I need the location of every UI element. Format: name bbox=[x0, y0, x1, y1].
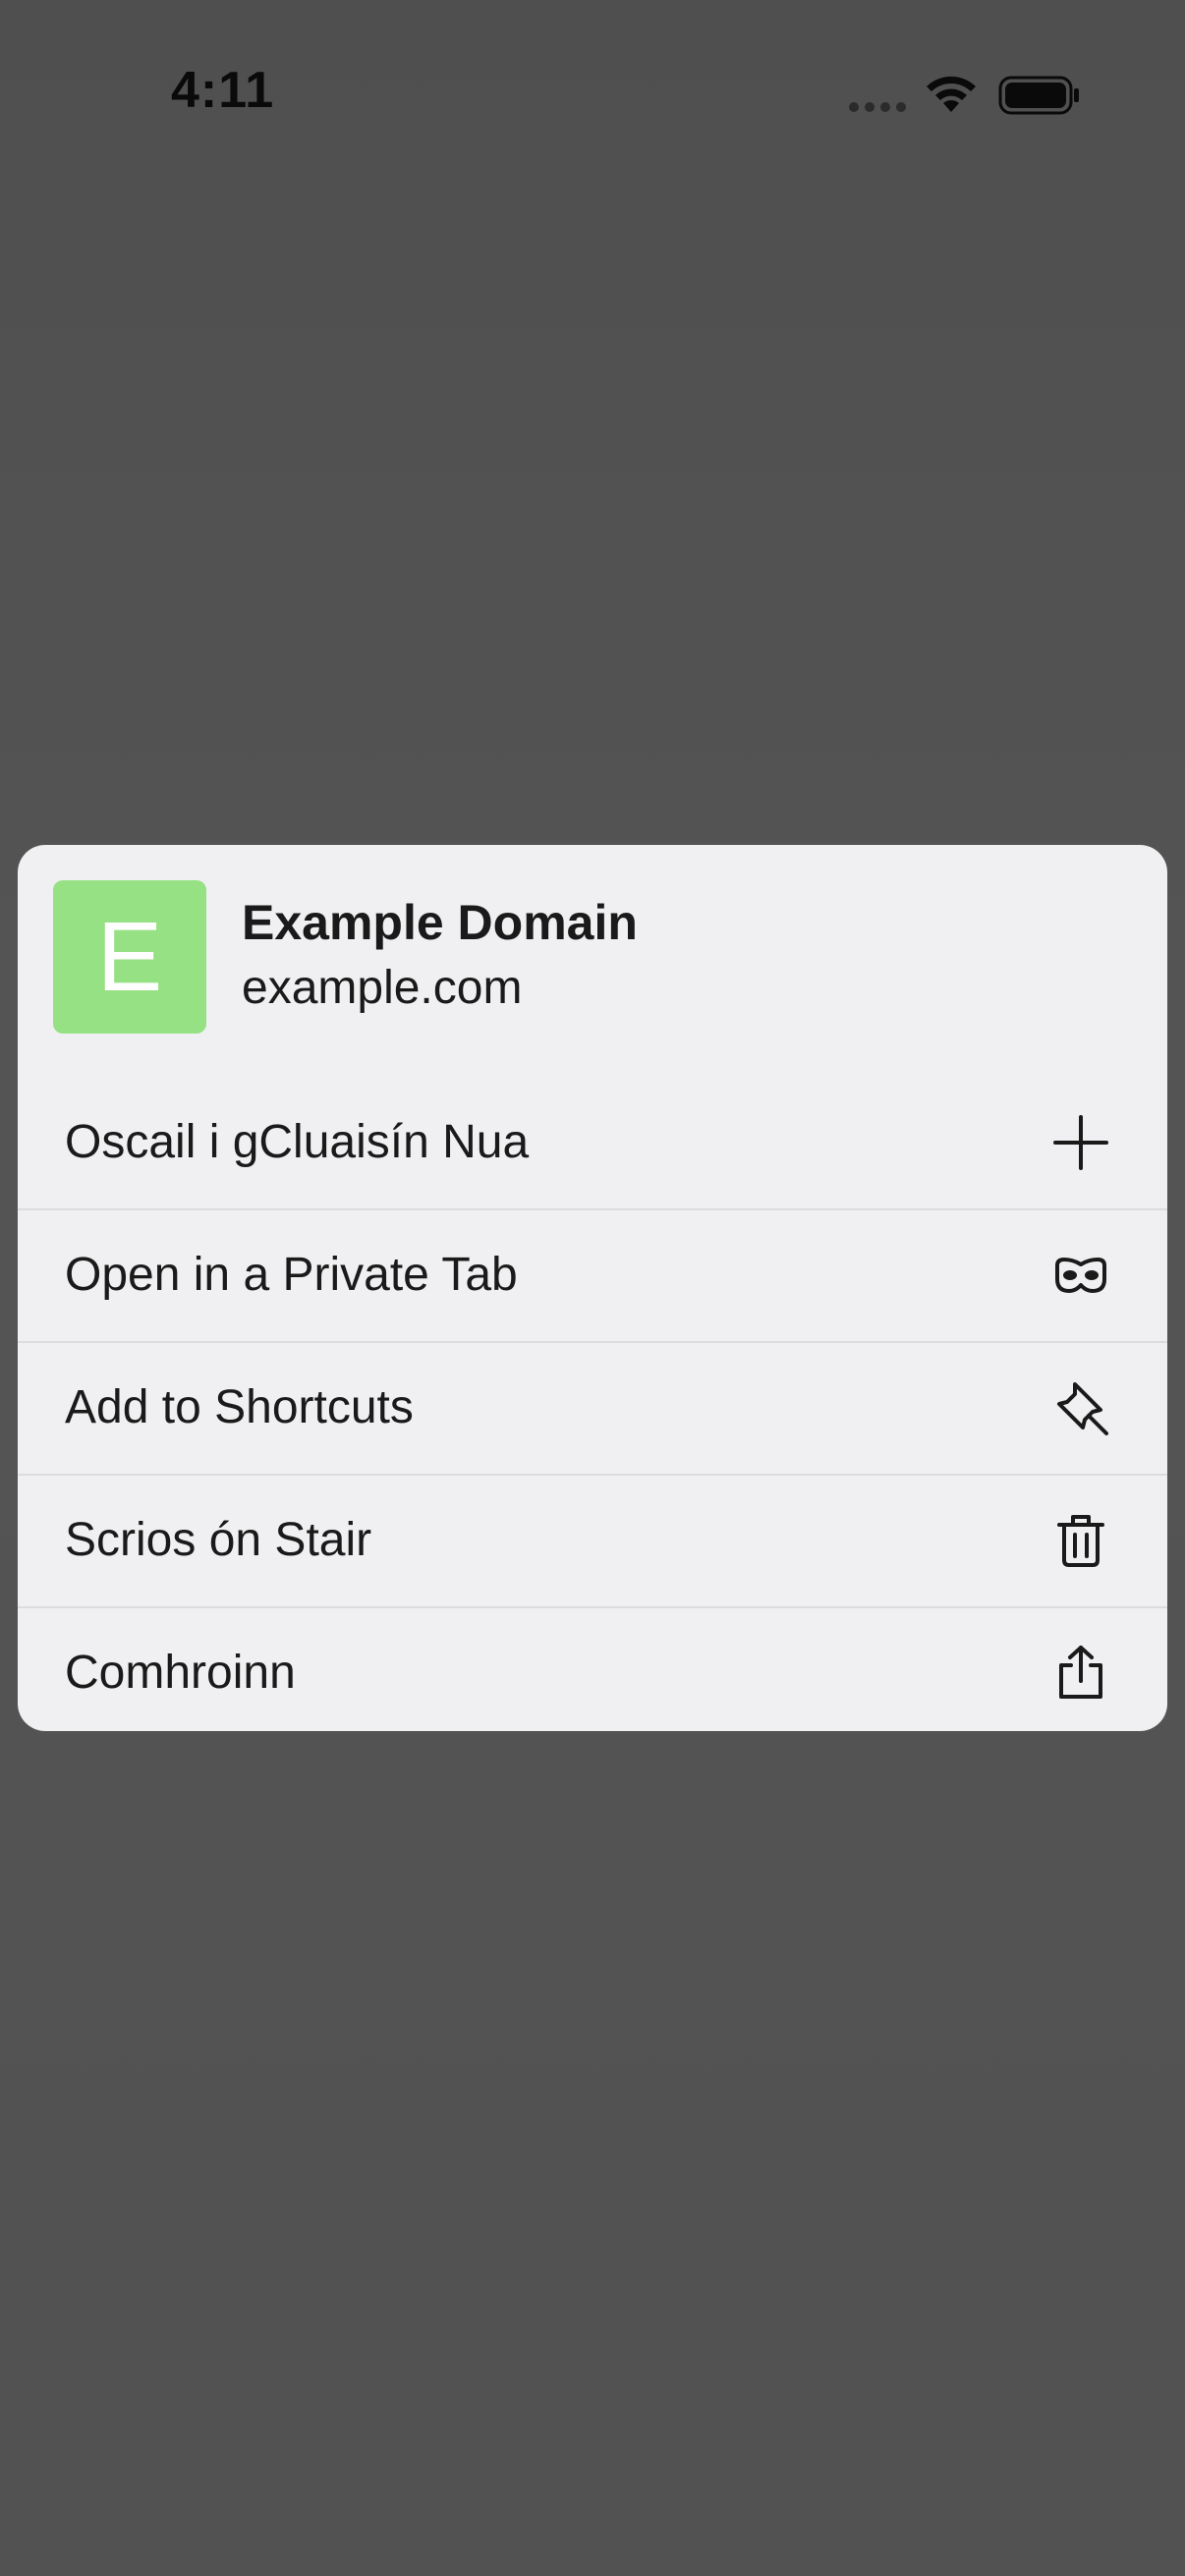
menu-item-open-private-tab[interactable]: Open in a Private Tab bbox=[18, 1209, 1167, 1341]
site-favicon: E bbox=[53, 880, 206, 1034]
private-mask-icon bbox=[1055, 1258, 1106, 1293]
pin-icon bbox=[1057, 1382, 1108, 1435]
status-time: 4:11 bbox=[171, 62, 275, 119]
menu-item-label: Scrios ón Stair bbox=[65, 1514, 372, 1566]
share-icon bbox=[1059, 1646, 1102, 1699]
context-menu: E Example Domain example.com Oscail i gC… bbox=[18, 845, 1167, 1731]
plus-icon bbox=[1053, 1115, 1108, 1170]
battery-icon bbox=[998, 76, 1079, 115]
menu-item-label: Add to Shortcuts bbox=[65, 1381, 414, 1433]
signal-dots-icon bbox=[849, 102, 908, 114]
menu-item-label: Oscail i gCluaisín Nua bbox=[65, 1116, 530, 1168]
menu-item-open-new-tab[interactable]: Oscail i gCluaisín Nua bbox=[18, 1077, 1167, 1208]
menu-item-label: Comhroinn bbox=[65, 1647, 296, 1699]
menu-item-add-shortcut[interactable]: Add to Shortcuts bbox=[18, 1342, 1167, 1474]
status-bar: 4:11 bbox=[0, 0, 1185, 196]
menu-item-label: Open in a Private Tab bbox=[65, 1249, 518, 1301]
menu-item-share[interactable]: Comhroinn bbox=[18, 1607, 1167, 1731]
favicon-letter: E bbox=[96, 901, 163, 1012]
trash-icon bbox=[1057, 1515, 1104, 1567]
wifi-icon bbox=[927, 76, 976, 112]
site-title: Example Domain bbox=[242, 895, 638, 950]
link-preview: E Example Domain example.com bbox=[18, 845, 1167, 1077]
screen: 4:11 E Example Domain example.com Oscail… bbox=[0, 0, 1185, 2576]
site-url: example.com bbox=[242, 962, 523, 1014]
menu-item-delete-history[interactable]: Scrios ón Stair bbox=[18, 1475, 1167, 1606]
